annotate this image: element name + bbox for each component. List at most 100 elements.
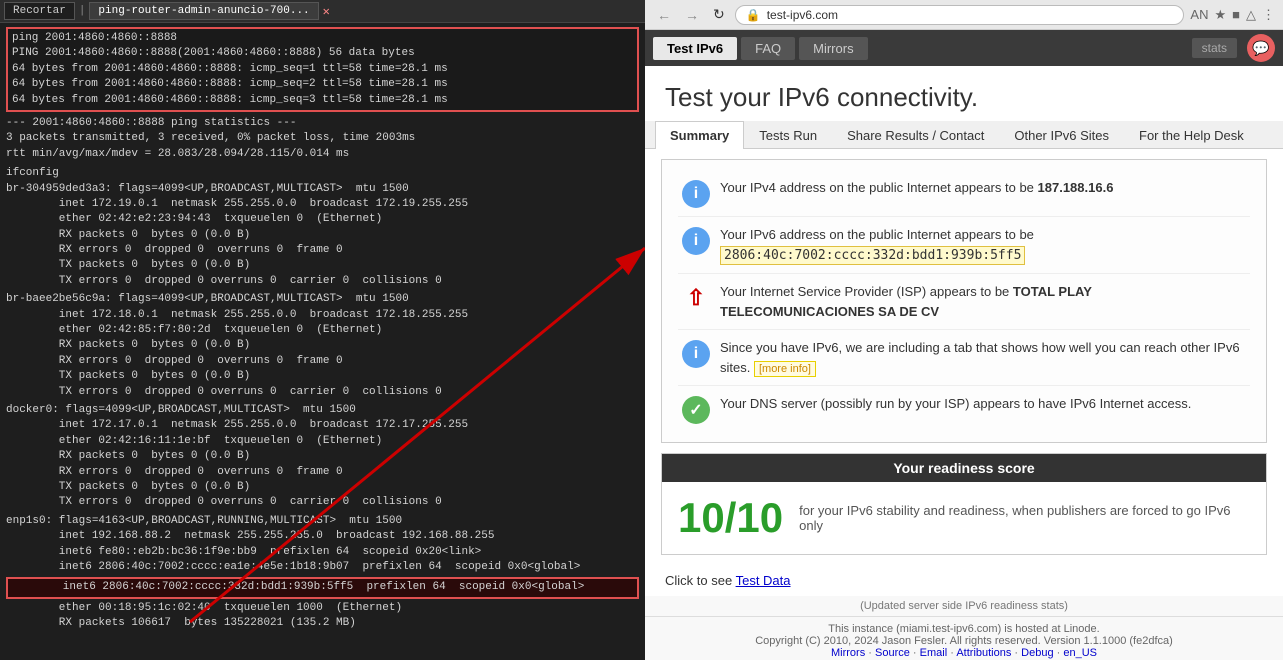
br-interface1-tx: TX packets 0 bytes 0 (0.0 B)	[6, 258, 639, 273]
info-text-dns: Your DNS server (possibly run by your IS…	[720, 394, 1191, 414]
br-interface1-txerr: TX errors 0 dropped 0 overruns 0 carrier…	[6, 274, 639, 289]
readiness-section: Your readiness score 10/10 for your IPv6…	[661, 453, 1267, 555]
br-interface1-rxerr: RX errors 0 dropped 0 overruns 0 frame 0	[6, 243, 639, 258]
url-text: test-ipv6.com	[767, 8, 838, 22]
br-interface2-rx: RX packets 0 bytes 0 (0.0 B)	[6, 338, 639, 353]
ping-header: PING 2001:4860:4860::8888(2001:4860:4860…	[12, 46, 633, 61]
address-bar[interactable]: 🔒 test-ipv6.com	[735, 5, 1185, 25]
info-text-ipv6-tab: Since you have IPv6, we are including a …	[720, 338, 1246, 377]
lock-icon: 🔒	[746, 8, 761, 22]
tab-other-ipv6[interactable]: Other IPv6 Sites	[999, 121, 1124, 149]
terminal-panel: Recortar | ping-router-admin-anuncio-700…	[0, 0, 645, 660]
nav-test-ipv6[interactable]: Test IPv6	[653, 37, 737, 60]
docker0-rxerr: RX errors 0 dropped 0 overruns 0 frame 0	[6, 465, 639, 480]
enp1s0-ether: ether 00:18:95:1c:02:40 txqueuelen 1000 …	[6, 601, 639, 616]
info-icon-ipv4: i	[682, 180, 710, 208]
enp1s0-inet6-link: inet6 fe80::eb2b:bc36:1f9e:bb9 prefixlen…	[6, 545, 639, 560]
info-row-isp: ⇧ Your Internet Service Provider (ISP) a…	[678, 274, 1250, 330]
footer-link-attributions[interactable]: Attributions	[956, 647, 1011, 659]
footer-link-email[interactable]: Email	[920, 647, 948, 659]
footer-stats: (Updated server side IPv6 readiness stat…	[645, 596, 1283, 616]
translate-icon[interactable]: AN	[1190, 7, 1208, 22]
site-nav-bar: Test IPv6 FAQ Mirrors stats 💬	[645, 30, 1283, 66]
footer-stats-text: (Updated server side IPv6 readiness stat…	[860, 600, 1068, 612]
browser-toolbar-icons: AN ★ ■ △ ⋮	[1190, 7, 1275, 23]
br-interface2-txerr: TX errors 0 dropped 0 overruns 0 carrier…	[6, 385, 639, 400]
footer-link-mirrors[interactable]: Mirrors	[831, 647, 865, 659]
back-button[interactable]: ←	[653, 5, 675, 25]
enp1s0-header: enp1s0: flags=4163<UP,BROADCAST,RUNNING,…	[6, 514, 639, 529]
nav-faq[interactable]: FAQ	[741, 37, 795, 60]
br-interface1-header: br-304959ded3a3: flags=4099<UP,BROADCAST…	[6, 182, 639, 197]
ifconfig-cmd: ifconfig	[6, 166, 639, 181]
browser-chrome-bar: ← → ↻ 🔒 test-ipv6.com AN ★ ■ △ ⋮	[645, 0, 1283, 30]
docker0-rx: RX packets 0 bytes 0 (0.0 B)	[6, 449, 639, 464]
red-arrow-icon: ⇧	[682, 284, 710, 312]
br-interface2-rxerr: RX errors 0 dropped 0 overruns 0 frame 0	[6, 354, 639, 369]
br-interface2-header: br-baee2be56c9a: flags=4099<UP,BROADCAST…	[6, 292, 639, 307]
docker0-ether: ether 02:42:16:11:1e:bf txqueuelen 0 (Et…	[6, 434, 639, 449]
footer-instance: This instance (miami.test-ipv6.com) is h…	[661, 623, 1267, 635]
tab-help-desk[interactable]: For the Help Desk	[1124, 121, 1259, 149]
nav-mirrors[interactable]: Mirrors	[799, 37, 867, 60]
br-interface1-ether: ether 02:42:e2:23:94:43 txqueuelen 0 (Et…	[6, 212, 639, 227]
docker0-header: docker0: flags=4099<UP,BROADCAST,MULTICA…	[6, 403, 639, 418]
ping-seq1: 64 bytes from 2001:4860:4860::8888: icmp…	[12, 62, 633, 77]
terminal-tab-separator: |	[79, 5, 86, 17]
footer-link-source[interactable]: Source	[875, 647, 910, 659]
dns-check-icon: ✓	[682, 396, 710, 424]
bookmark-icon[interactable]: ★	[1214, 7, 1226, 23]
ping-cmd: ping 2001:4860:4860::8888	[12, 31, 633, 46]
readiness-score: 10/10	[678, 494, 783, 542]
more-info-link[interactable]: [more info]	[754, 361, 816, 377]
tab-tests-run[interactable]: Tests Run	[744, 121, 832, 149]
ping-rtt: rtt min/avg/max/mdev = 28.083/28.094/28.…	[6, 147, 639, 162]
ping-stats-detail: 3 packets transmitted, 3 received, 0% pa…	[6, 131, 639, 146]
info-section: i Your IPv4 address on the public Intern…	[661, 159, 1267, 443]
content-tab-bar: Summary Tests Run Share Results / Contac…	[645, 121, 1283, 149]
shield-icon[interactable]: △	[1246, 7, 1256, 23]
test-data-link[interactable]: Test Data	[736, 573, 791, 588]
site-footer: This instance (miami.test-ipv6.com) is h…	[645, 616, 1283, 660]
stats-link[interactable]: stats	[1192, 38, 1237, 58]
footer-link-locale[interactable]: en_US	[1063, 647, 1097, 659]
chat-icon[interactable]: 💬	[1247, 34, 1275, 62]
menu-icon[interactable]: ⋮	[1262, 7, 1275, 23]
info-row-ipv6: i Your IPv6 address on the public Intern…	[678, 217, 1250, 274]
readiness-description: for your IPv6 stability and readiness, w…	[799, 503, 1250, 533]
footer-copyright: Copyright (C) 2010, 2024 Jason Fesler. A…	[661, 635, 1267, 647]
enp1s0-inet: inet 192.168.88.2 netmask 255.255.255.0 …	[6, 529, 639, 544]
ping-seq2: 64 bytes from 2001:4860:4860::8888: icmp…	[12, 77, 633, 92]
br-interface2-tx: TX packets 0 bytes 0 (0.0 B)	[6, 369, 639, 384]
ping-stats-header: --- 2001:4860:4860::8888 ping statistics…	[6, 116, 639, 131]
footer-link-debug[interactable]: Debug	[1021, 647, 1053, 659]
info-row-ipv6-tab: i Since you have IPv6, we are including …	[678, 330, 1250, 386]
tab-summary[interactable]: Summary	[655, 121, 744, 149]
tab-share-results[interactable]: Share Results / Contact	[832, 121, 999, 149]
info-text-isp: Your Internet Service Provider (ISP) app…	[720, 282, 1246, 321]
forward-button[interactable]: →	[681, 5, 703, 25]
enp1s0-rx-bytes: RX packets 106617 bytes 135228021 (135.2…	[6, 616, 639, 631]
enp1s0-inet6-global2-box: inet6 2806:40c:7002:cccc:332d:bdd1:939b:…	[6, 577, 639, 598]
info-icon-ipv6-tab: i	[682, 340, 710, 368]
page-title: Test your IPv6 connectivity.	[665, 82, 1263, 113]
info-row-dns: ✓ Your DNS server (possibly run by your …	[678, 386, 1250, 432]
br-interface2-inet: inet 172.18.0.1 netmask 255.255.0.0 broa…	[6, 308, 639, 323]
ping-output-box: ping 2001:4860:4860::8888 PING 2001:4860…	[6, 27, 639, 112]
br-interface1-rx: RX packets 0 bytes 0 (0.0 B)	[6, 228, 639, 243]
ipv6-address: 2806:40c:7002:cccc:332d:bdd1:939b:5ff5	[720, 246, 1025, 265]
terminal-tab-bar: Recortar | ping-router-admin-anuncio-700…	[0, 0, 645, 23]
terminal-tab-ping[interactable]: ping-router-admin-anuncio-700...	[89, 2, 318, 20]
terminal-output: ping 2001:4860:4860::8888 PING 2001:4860…	[0, 23, 645, 653]
docker0-tx: TX packets 0 bytes 0 (0.0 B)	[6, 480, 639, 495]
docker0-txerr: TX errors 0 dropped 0 overruns 0 carrier…	[6, 495, 639, 510]
br-interface2-ether: ether 02:42:85:f7:80:2d txqueuelen 0 (Et…	[6, 323, 639, 338]
info-icon-ipv6: i	[682, 227, 710, 255]
terminal-close-btn[interactable]: ✕	[323, 4, 330, 19]
extensions-icon[interactable]: ■	[1232, 7, 1240, 22]
info-text-ipv6: Your IPv6 address on the public Internet…	[720, 225, 1034, 265]
ping-seq3: 64 bytes from 2001:4860:4860::8888: icmp…	[12, 93, 633, 108]
terminal-tab-recortar[interactable]: Recortar	[4, 2, 75, 20]
site-header: Test your IPv6 connectivity.	[645, 66, 1283, 121]
refresh-button[interactable]: ↻	[709, 4, 729, 25]
